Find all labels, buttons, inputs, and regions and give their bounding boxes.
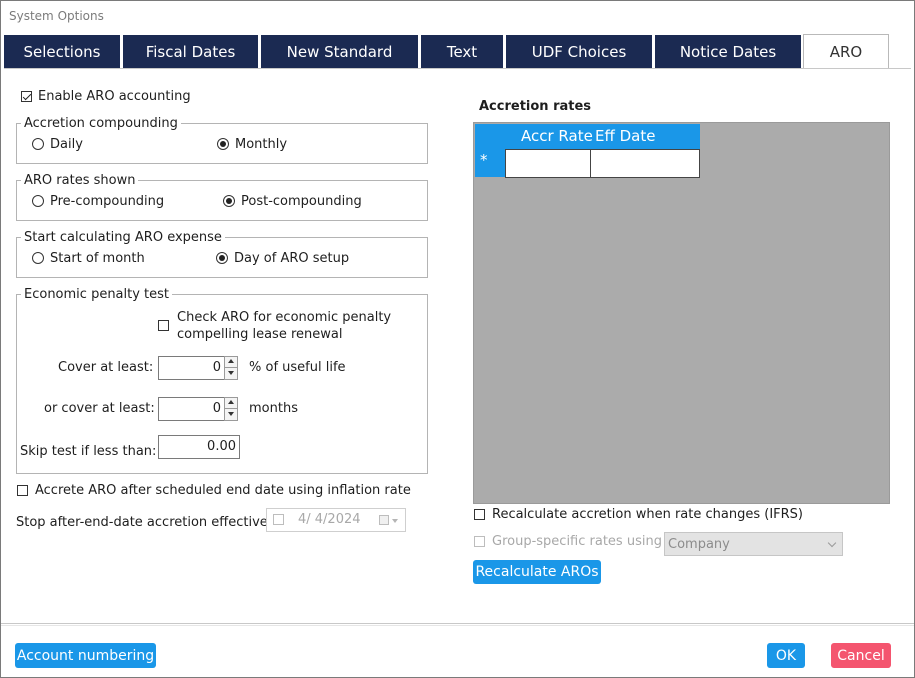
cover-percent-unit: % of useful life xyxy=(249,360,346,375)
accretion-compounding-legend: Accretion compounding xyxy=(21,116,181,131)
radio-monthly[interactable] xyxy=(217,138,229,150)
recalc-rate-change-label: Recalculate accretion when rate changes … xyxy=(492,507,803,522)
tab-text[interactable]: Text xyxy=(421,35,503,68)
column-accr-rate[interactable]: Accr Rate xyxy=(521,127,593,145)
tab-aro[interactable]: ARO xyxy=(803,34,889,69)
cover-percent-spinner[interactable] xyxy=(224,356,238,380)
tab-udf-choices[interactable]: UDF Choices xyxy=(506,35,652,68)
radio-pre-compounding-label: Pre-compounding xyxy=(50,194,165,209)
footer-divider xyxy=(1,623,914,624)
economic-penalty-legend: Economic penalty test xyxy=(21,287,173,302)
group-specific-label: Group-specific rates using xyxy=(492,534,662,549)
accretion-rates-grid[interactable]: Accr Rate Eff Date * xyxy=(473,122,890,504)
spin-up-icon[interactable] xyxy=(225,398,237,409)
economic-penalty-label-line2: compelling lease renewal xyxy=(177,327,343,342)
group-specific-select-value: Company xyxy=(668,537,730,552)
cancel-button[interactable]: Cancel xyxy=(831,643,891,668)
cover-months-unit: months xyxy=(249,401,298,416)
recalc-rate-change-checkbox[interactable] xyxy=(474,509,485,520)
radio-pre-compounding[interactable] xyxy=(32,195,44,207)
group-specific-checkbox[interactable] xyxy=(474,536,485,547)
skip-test-label: Skip test if less than: xyxy=(20,444,157,459)
system-options-window: System Options Selections Fiscal Dates N… xyxy=(0,0,915,678)
spin-down-icon[interactable] xyxy=(225,409,237,420)
cover-months-input[interactable]: 0 xyxy=(158,397,225,421)
ok-button[interactable]: OK xyxy=(767,643,805,668)
spin-up-icon[interactable] xyxy=(225,357,237,368)
cell-accr-rate[interactable] xyxy=(505,149,591,178)
tab-underline xyxy=(4,68,911,69)
tab-fiscal-dates[interactable]: Fiscal Dates xyxy=(123,35,258,68)
economic-penalty-checkbox[interactable] xyxy=(158,320,169,331)
stop-after-end-date-value: 4/ 4/2024 xyxy=(298,512,361,527)
skip-test-input[interactable]: 0.00 xyxy=(158,435,240,459)
radio-daily-label: Daily xyxy=(50,137,83,152)
start-calculating-legend: Start calculating ARO expense xyxy=(21,230,225,245)
new-row-marker: * xyxy=(480,151,488,169)
radio-post-compounding-label: Post-compounding xyxy=(241,194,362,209)
enable-aro-label: Enable ARO accounting xyxy=(38,89,191,104)
stop-after-end-date-checkbox[interactable] xyxy=(273,514,284,525)
radio-monthly-label: Monthly xyxy=(235,137,288,152)
radio-start-of-month[interactable] xyxy=(32,252,44,264)
stop-after-end-label: Stop after-end-date accretion effective xyxy=(16,515,268,530)
account-numbering-button[interactable]: Account numbering xyxy=(15,643,156,668)
calendar-icon[interactable] xyxy=(379,515,389,525)
radio-post-compounding[interactable] xyxy=(223,195,235,207)
economic-penalty-label-line1: Check ARO for economic penalty xyxy=(177,310,392,325)
group-specific-select[interactable]: Company xyxy=(664,532,843,556)
cover-percent-input[interactable]: 0 xyxy=(158,356,225,380)
chevron-down-icon[interactable] xyxy=(392,519,398,523)
window-title: System Options xyxy=(9,9,104,23)
accrete-after-end-checkbox[interactable] xyxy=(17,485,28,496)
radio-day-of-aro-setup[interactable] xyxy=(216,252,228,264)
radio-daily[interactable] xyxy=(32,138,44,150)
stop-after-end-date-picker[interactable]: 4/ 4/2024 xyxy=(266,508,406,532)
cover-at-least-label: Cover at least: xyxy=(58,360,154,375)
radio-start-of-month-label: Start of month xyxy=(50,251,145,266)
tab-notice-dates[interactable]: Notice Dates xyxy=(655,35,801,68)
aro-rates-shown-legend: ARO rates shown xyxy=(21,173,139,188)
cover-months-spinner[interactable] xyxy=(224,397,238,421)
tab-selections[interactable]: Selections xyxy=(4,35,120,68)
tab-bar: Selections Fiscal Dates New Standard Tex… xyxy=(4,34,913,69)
tab-new-standard[interactable]: New Standard xyxy=(261,35,418,68)
chevron-down-icon[interactable] xyxy=(827,538,837,548)
radio-day-of-aro-setup-label: Day of ARO setup xyxy=(234,251,350,266)
enable-aro-checkbox[interactable] xyxy=(21,91,32,102)
accretion-rates-title: Accretion rates xyxy=(479,99,592,114)
accrete-after-end-label: Accrete ARO after scheduled end date usi… xyxy=(35,483,411,498)
cell-eff-date[interactable] xyxy=(590,149,700,178)
column-eff-date[interactable]: Eff Date xyxy=(595,127,655,145)
recalculate-aros-button[interactable]: Recalculate AROs xyxy=(473,560,601,584)
or-cover-at-least-label: or cover at least: xyxy=(44,401,155,416)
spin-down-icon[interactable] xyxy=(225,368,237,379)
footer-divider-shadow xyxy=(1,625,914,626)
